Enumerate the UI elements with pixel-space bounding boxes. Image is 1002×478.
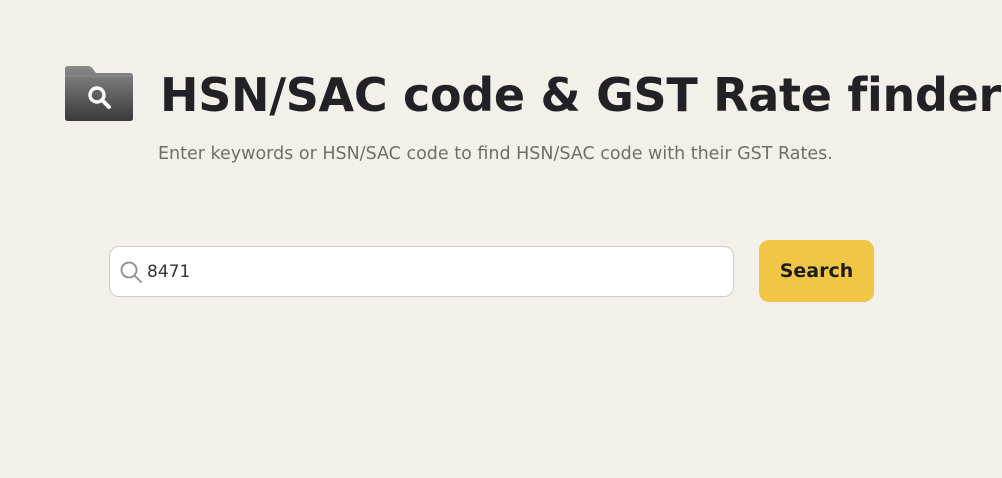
page-title: HSN/SAC code & GST Rate finder [160, 68, 1001, 122]
search-box[interactable] [109, 246, 734, 297]
page: HSN/SAC code & GST Rate finder Enter key… [0, 0, 1002, 478]
page-subtitle: Enter keywords or HSN/SAC code to find H… [158, 144, 833, 164]
search-icon [120, 261, 142, 283]
search-input[interactable] [147, 247, 717, 296]
folder-search-icon [65, 66, 133, 121]
search-button[interactable]: Search [759, 240, 874, 302]
